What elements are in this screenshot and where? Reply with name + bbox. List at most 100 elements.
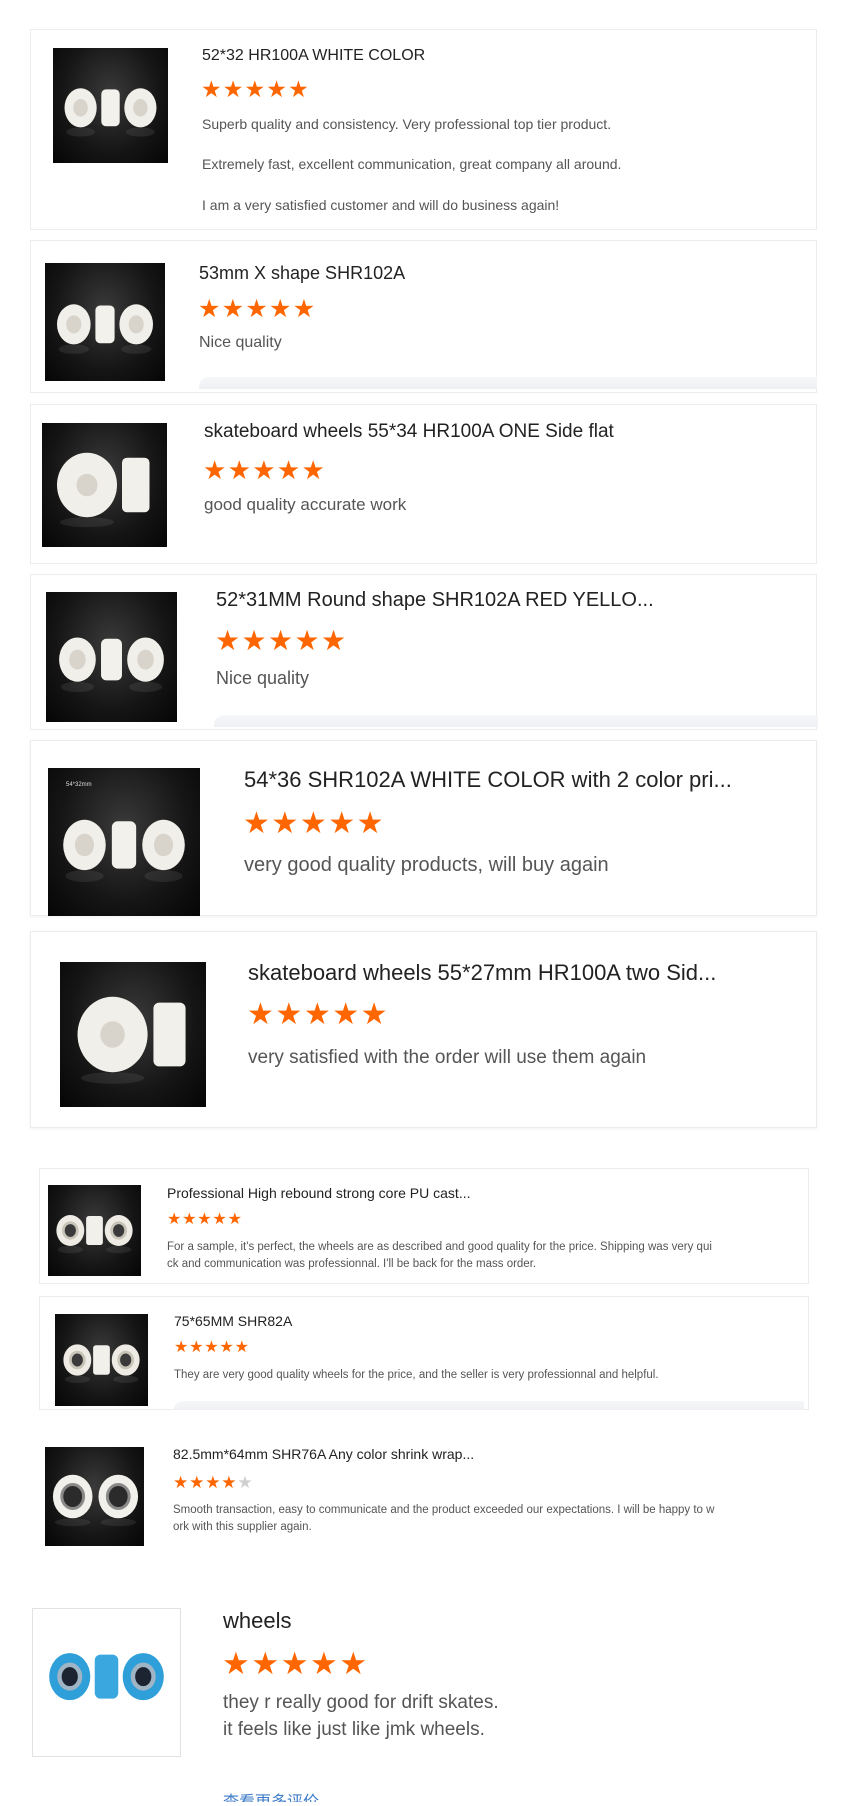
star-filled-icon: ★ — [332, 998, 360, 1031]
star-filled-icon: ★ — [201, 76, 222, 102]
star-rating: ★★★★★ — [198, 297, 316, 322]
star-filled-icon: ★ — [303, 998, 331, 1031]
divider — [174, 1401, 804, 1410]
star-filled-icon: ★ — [276, 455, 301, 485]
wheel-illustration-icon — [52, 1474, 139, 1527]
more-reviews-link[interactable]: 查看更多评价 — [223, 1788, 319, 1802]
product-title[interactable]: wheels — [223, 1608, 291, 1634]
star-filled-icon: ★ — [227, 1211, 242, 1228]
star-filled-icon: ★ — [219, 1339, 234, 1356]
star-filled-icon: ★ — [212, 1211, 227, 1228]
review-text: They are very good quality wheels for th… — [174, 1369, 659, 1381]
product-title[interactable]: skateboard wheels 55*27mm HR100A two Sid… — [248, 960, 716, 986]
product-title[interactable]: 53mm X shape SHR102A — [199, 263, 405, 284]
product-title[interactable]: 75*65MM SHR82A — [174, 1313, 292, 1329]
product-title[interactable]: skateboard wheels 55*34 HR100A ONE Side … — [204, 421, 614, 443]
review-text: Nice quality — [199, 334, 282, 351]
product-title[interactable]: 82.5mm*64mm SHR76A Any color shrink wrap… — [173, 1446, 474, 1462]
star-filled-icon: ★ — [245, 295, 268, 323]
product-image[interactable] — [55, 1314, 148, 1406]
star-filled-icon: ★ — [197, 1211, 212, 1228]
review-text: Superb quality and consistency. Very pro… — [202, 116, 622, 213]
star-filled-icon: ★ — [310, 1646, 338, 1681]
review-card: skateboard wheels 55*27mm HR100A two Sid… — [30, 931, 817, 1128]
star-filled-icon: ★ — [244, 76, 266, 102]
star-rating: ★★★★★ — [167, 1212, 243, 1228]
product-image[interactable] — [48, 1185, 141, 1276]
wheel-illustration-icon — [59, 637, 164, 693]
wheel-illustration-icon — [57, 304, 153, 354]
review-card: skateboard wheels 55*34 HR100A ONE Side … — [30, 404, 817, 564]
star-empty-icon: ★ — [237, 1473, 253, 1492]
star-rating: ★★★★★ — [201, 78, 310, 101]
product-image[interactable] — [60, 962, 206, 1107]
star-filled-icon: ★ — [243, 807, 270, 840]
star-filled-icon: ★ — [204, 1339, 219, 1356]
star-filled-icon: ★ — [189, 1473, 205, 1492]
review-text: Nice quality — [216, 668, 310, 688]
star-filled-icon: ★ — [360, 998, 388, 1031]
wheel-illustration-icon — [49, 1653, 164, 1712]
image-label: 54*32mm — [66, 782, 92, 788]
review-text: very good quality products, will buy aga… — [244, 854, 609, 876]
wheel-illustration-icon — [64, 88, 157, 137]
star-filled-icon: ★ — [266, 76, 287, 102]
review-card: 54*32mm 54*36 SHR102A WHITE COLOR with 2… — [30, 740, 817, 916]
star-filled-icon: ★ — [299, 807, 327, 840]
star-filled-icon: ★ — [173, 1473, 189, 1492]
star-filled-icon: ★ — [241, 625, 267, 656]
product-image[interactable] — [45, 263, 165, 381]
star-filled-icon: ★ — [222, 1646, 250, 1681]
product-image[interactable] — [32, 1608, 181, 1757]
review-card: 53mm X shape SHR102A ★★★★★ Nice quality — [30, 240, 817, 393]
star-filled-icon: ★ — [356, 807, 384, 840]
star-filled-icon: ★ — [301, 455, 325, 485]
star-filled-icon: ★ — [269, 295, 292, 323]
star-filled-icon: ★ — [203, 455, 227, 485]
star-filled-icon: ★ — [321, 625, 347, 656]
review-card: 52*32 HR100A WHITE COLOR ★★★★★ Superb qu… — [30, 29, 817, 230]
review-text: For a sample, it's perfect, the wheels a… — [167, 1241, 712, 1270]
star-filled-icon: ★ — [167, 1211, 182, 1228]
product-title[interactable]: 52*31MM Round shape SHR102A RED YELLO... — [216, 589, 654, 612]
star-filled-icon: ★ — [294, 625, 320, 656]
product-title[interactable]: Professional High rebound strong core PU… — [167, 1185, 471, 1201]
star-filled-icon: ★ — [221, 1473, 237, 1492]
wheel-illustration-icon — [56, 1215, 133, 1254]
star-rating: ★★★★★ — [247, 1000, 389, 1030]
star-filled-icon: ★ — [292, 295, 316, 323]
product-title[interactable]: 54*36 SHR102A WHITE COLOR with 2 color p… — [244, 767, 732, 793]
review-card: 75*65MM SHR82A ★★★★★ They are very good … — [39, 1296, 809, 1410]
star-filled-icon: ★ — [221, 295, 245, 323]
product-image[interactable] — [42, 423, 167, 547]
divider — [199, 377, 817, 389]
product-image[interactable] — [46, 592, 177, 722]
review-text: good quality accurate work — [204, 495, 407, 514]
star-rating: ★★★★★ — [203, 457, 326, 483]
review-card: Professional High rebound strong core PU… — [39, 1168, 809, 1284]
star-filled-icon: ★ — [280, 1646, 309, 1681]
product-image[interactable] — [45, 1447, 144, 1546]
product-title[interactable]: 52*32 HR100A WHITE COLOR — [202, 47, 425, 65]
product-image[interactable]: 54*32mm — [48, 768, 200, 916]
star-filled-icon: ★ — [205, 1473, 221, 1492]
star-filled-icon: ★ — [222, 76, 244, 102]
star-filled-icon: ★ — [234, 1339, 249, 1356]
review-card: wheels ★★★★★ they r really good for drif… — [30, 1600, 820, 1780]
star-filled-icon: ★ — [328, 807, 356, 840]
star-filled-icon: ★ — [288, 76, 309, 102]
review-card: 82.5mm*64mm SHR76A Any color shrink wrap… — [30, 1424, 820, 1564]
wheel-illustration-icon — [63, 1344, 140, 1383]
star-filled-icon: ★ — [182, 1211, 197, 1228]
star-filled-icon: ★ — [275, 998, 303, 1031]
wheel-illustration-icon — [63, 819, 185, 882]
star-rating: ★★★★★ — [174, 1340, 250, 1356]
star-filled-icon: ★ — [174, 1339, 189, 1356]
star-filled-icon: ★ — [247, 998, 274, 1031]
review-text: Smooth transaction, easy to communicate … — [173, 1504, 715, 1533]
review-text: very satisfied with the order will use t… — [248, 1047, 647, 1068]
star-filled-icon: ★ — [251, 1646, 280, 1681]
star-rating: ★★★★★ — [173, 1474, 253, 1491]
star-rating: ★★★★★ — [215, 627, 348, 655]
product-image[interactable] — [53, 48, 168, 163]
